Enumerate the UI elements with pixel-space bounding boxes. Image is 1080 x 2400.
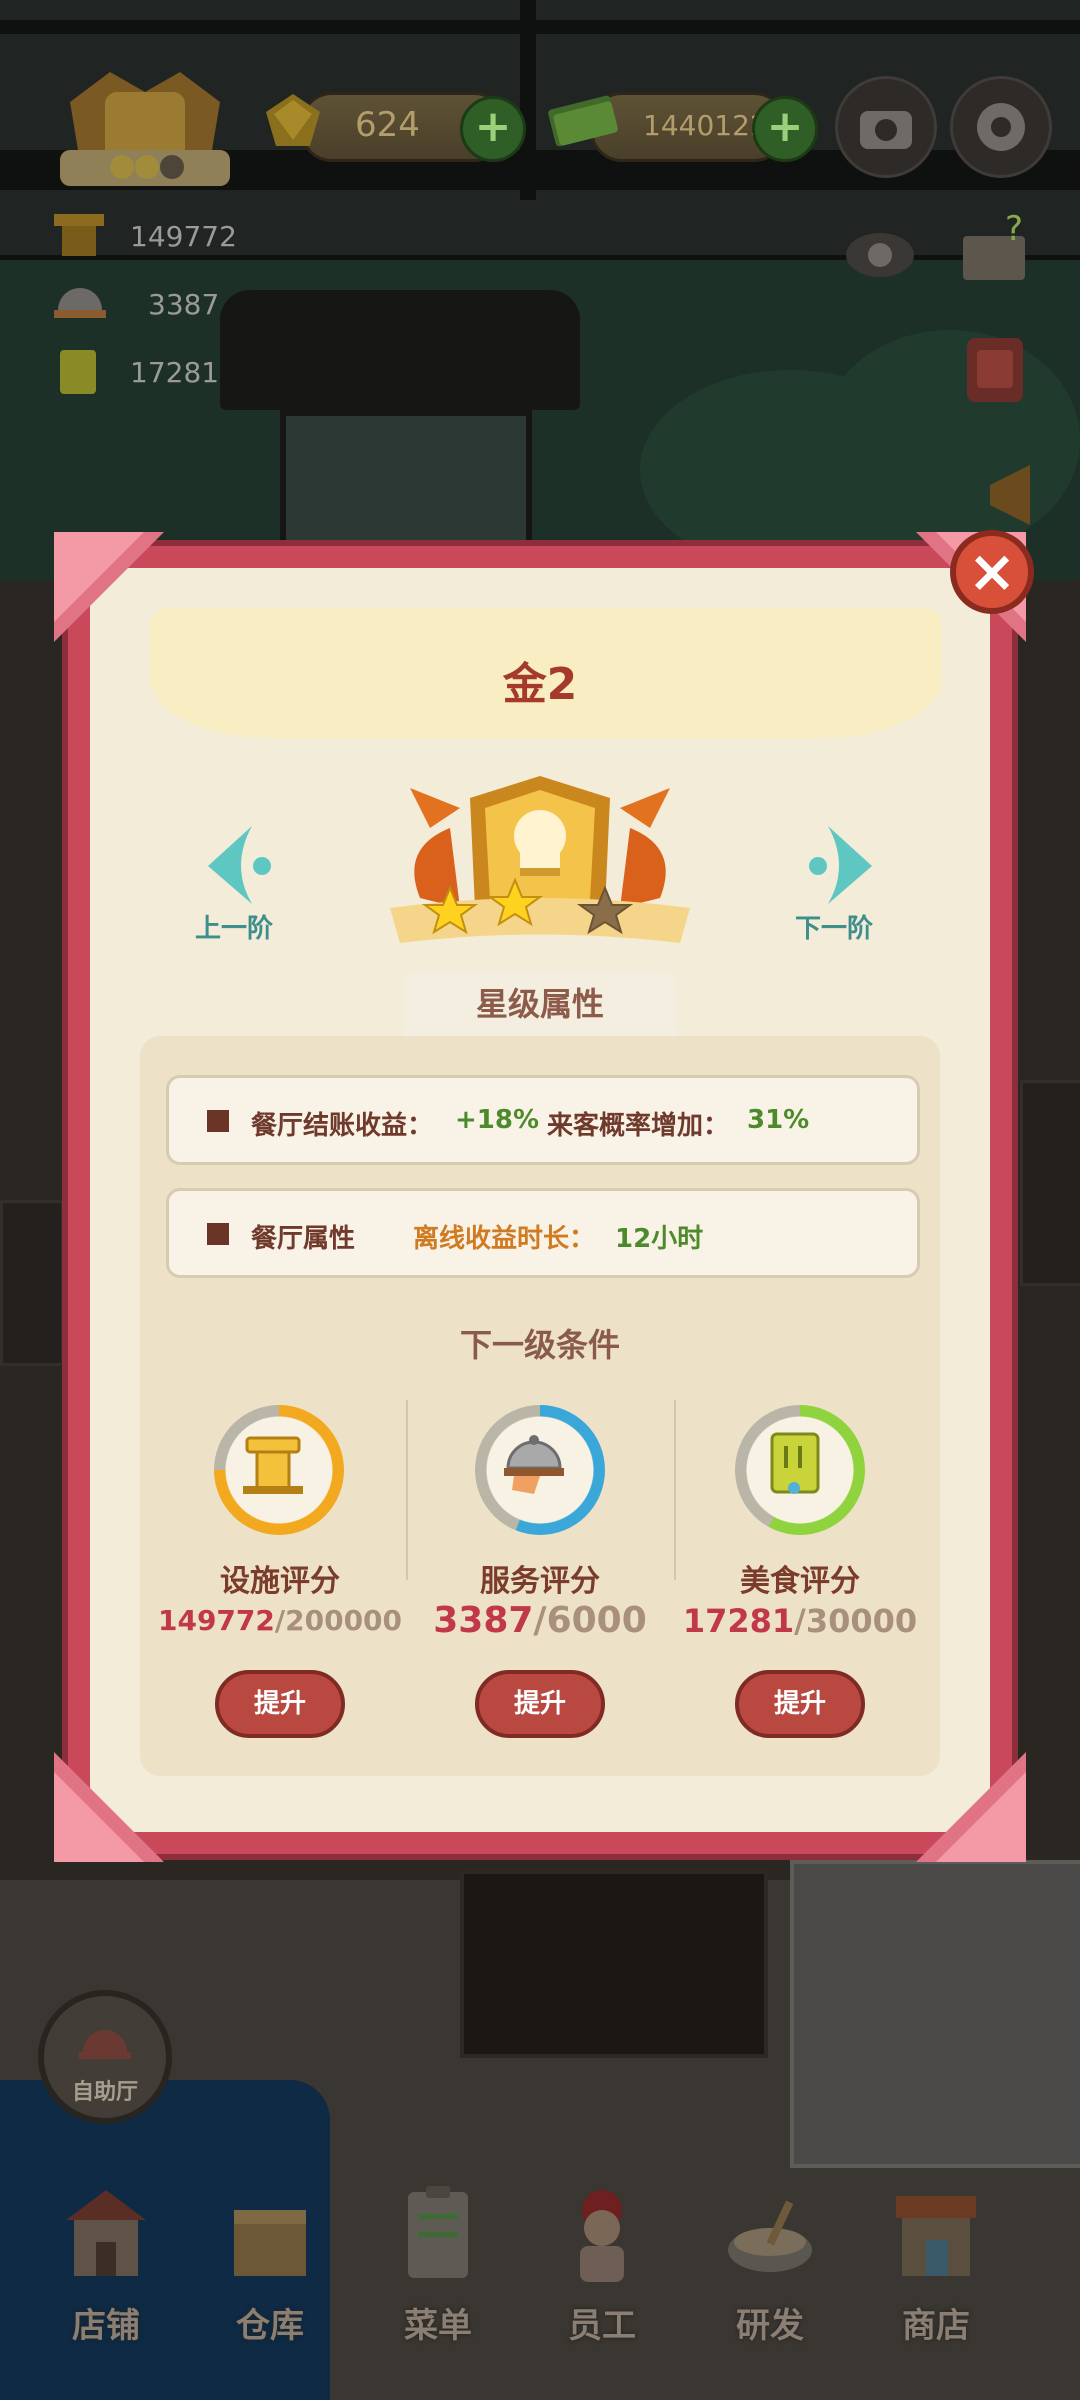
food-score-label: 美食评分 — [740, 1564, 860, 1599]
facility-score-label: 设施评分 — [220, 1564, 340, 1599]
cash-value: 1440122 — [643, 109, 768, 142]
nav-store[interactable]: 商店 — [866, 2180, 1006, 2350]
gold-rank-badge-icon — [390, 776, 690, 943]
restaurant-attribute-label: 餐厅属性 — [251, 1224, 356, 1254]
nav-shop[interactable]: 店铺 — [36, 2180, 176, 2350]
nav-warehouse[interactable]: 仓库 — [200, 2180, 340, 2350]
offline-duration-label: 离线收益时长： — [413, 1224, 596, 1254]
rank-title: 金2 — [502, 659, 578, 710]
nav-shop-label: 店铺 — [72, 2306, 140, 2346]
next-rank-label[interactable]: 下一阶 — [795, 908, 873, 945]
menu-clipboard-icon — [408, 2186, 468, 2278]
facility-score-row: 149772 — [40, 208, 237, 264]
staff-chef-icon — [580, 2190, 624, 2282]
close-button[interactable]: × — [950, 530, 1034, 614]
cash-stack-icon — [548, 95, 618, 147]
cloche-icon — [79, 2030, 131, 2059]
nav-staff[interactable]: 员工 — [532, 2180, 672, 2350]
upgrade-food-button[interactable]: 提升 — [735, 1670, 865, 1738]
next-level-title: 下一级条件 — [459, 1326, 620, 1364]
facility-progress-ring — [214, 1405, 344, 1535]
checkout-income-label: 餐厅结账收益： — [251, 1111, 434, 1141]
add-cash-button[interactable]: + — [752, 96, 818, 162]
nav-warehouse-label: 仓库 — [236, 2306, 304, 2346]
svg-text:?: ? — [1005, 210, 1023, 249]
prev-rank-arrow-icon[interactable] — [200, 820, 280, 910]
warehouse-box-icon — [234, 2210, 306, 2276]
service-progress-ring — [475, 1405, 605, 1535]
service-score-label: 服务评分 — [480, 1564, 600, 1599]
column-divider — [674, 1400, 676, 1580]
service-score-row: 3387 — [40, 276, 219, 332]
facility-score-value: 149772 — [130, 220, 237, 253]
nav-menu[interactable]: 菜单 — [368, 2180, 508, 2350]
gear-icon — [977, 103, 1025, 151]
food-score-row: 17281 — [40, 344, 219, 400]
research-pot-icon — [728, 2200, 812, 2272]
service-cloche-icon — [54, 288, 106, 318]
nav-research-label: 研发 — [736, 2306, 804, 2346]
attribute-row-1: 餐厅结账收益： +18% 来客概率增加： 31% — [166, 1075, 920, 1165]
facility-icon — [243, 1436, 303, 1494]
shop-house-icon — [66, 2190, 146, 2276]
column-divider — [406, 1400, 408, 1580]
nav-store-label: 商店 — [902, 2306, 970, 2346]
camera-icon — [860, 111, 912, 149]
self-service-label: 自助厅 — [71, 2080, 138, 2105]
upgrade-facility-button[interactable]: 提升 — [215, 1670, 345, 1738]
settings-button[interactable] — [950, 76, 1052, 178]
corner-ornament-tl — [54, 532, 164, 642]
gem-icon — [266, 94, 320, 146]
eye-icon[interactable] — [840, 215, 920, 295]
attribute-row-2: 餐厅属性 离线收益时长： 12小时 — [166, 1188, 920, 1278]
food-book-icon — [60, 350, 96, 394]
star-attributes-tab: 星级属性 — [404, 972, 676, 1036]
upgrade-service-button[interactable]: 提升 — [475, 1670, 605, 1738]
service-score-progress: 3387/6000 — [433, 1600, 647, 1641]
food-book-icon — [770, 1432, 820, 1494]
service-cloche-icon — [504, 1435, 564, 1494]
add-gems-button[interactable]: + — [460, 96, 526, 162]
recipe-book-icon[interactable] — [955, 330, 1035, 410]
nav-research[interactable]: 研发 — [700, 2180, 840, 2350]
megaphone-icon[interactable] — [980, 455, 1060, 535]
nav-staff-label: 员工 — [568, 2306, 636, 2346]
bullet-square-icon — [207, 1223, 229, 1245]
bullet-square-icon — [207, 1110, 229, 1132]
gem-value: 624 — [355, 105, 420, 145]
facility-icon — [54, 214, 104, 256]
nav-menu-label: 菜单 — [404, 2306, 472, 2346]
store-stall-icon — [896, 2196, 976, 2276]
food-score-value: 17281 — [130, 356, 220, 389]
customer-rate-label: 来客概率增加： — [547, 1111, 730, 1141]
help-book-icon[interactable]: ? — [955, 210, 1035, 290]
customer-rate-value: 31% — [747, 1105, 810, 1135]
service-score-value: 3387 — [148, 288, 220, 321]
rank-badge-icon[interactable] — [50, 62, 240, 202]
next-rank-arrow-icon[interactable] — [800, 820, 880, 910]
checkout-income-value: +18% — [455, 1105, 540, 1135]
offline-duration-value: 12小时 — [615, 1224, 704, 1254]
self-service-hall-button[interactable]: 自助厅 — [38, 1990, 172, 2124]
food-progress-ring — [735, 1405, 865, 1535]
prev-rank-label[interactable]: 上一阶 — [195, 908, 273, 945]
camera-button[interactable] — [835, 76, 937, 178]
food-score-progress: 17281/30000 — [682, 1602, 918, 1640]
facility-score-progress: 149772/200000 — [157, 1604, 403, 1637]
